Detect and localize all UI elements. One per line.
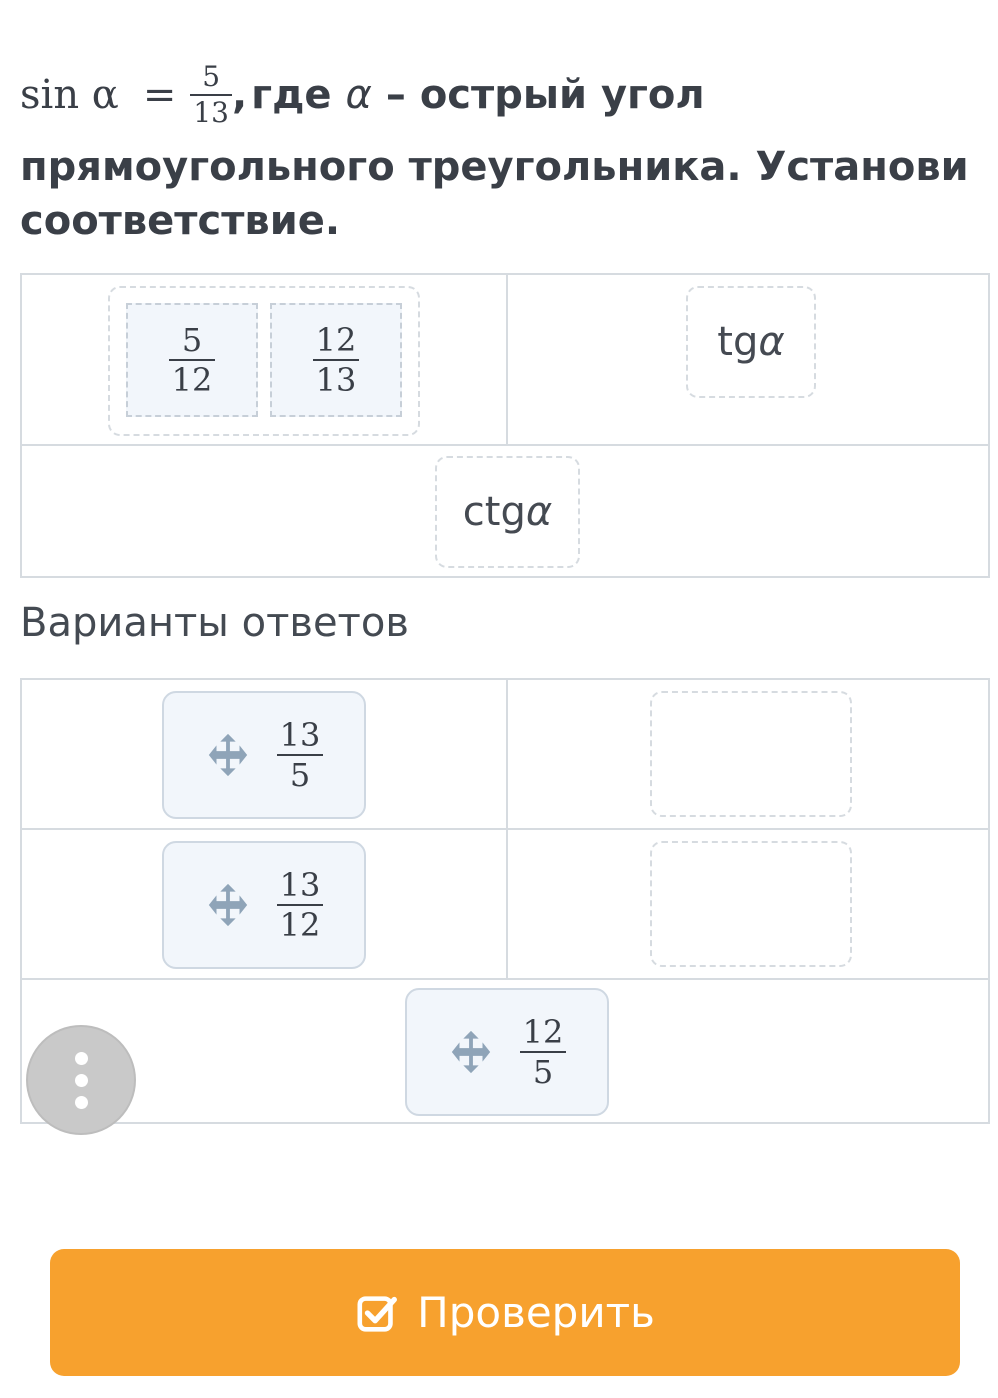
question-text-line1: – острый угол	[385, 72, 705, 118]
move-icon[interactable]	[205, 732, 251, 778]
check-button[interactable]: Проверить	[50, 1249, 960, 1376]
placed-answer[interactable]: 12 13	[270, 303, 402, 417]
match-table: 5 12 12 13 tg α ctg α	[20, 273, 990, 578]
fraction-denominator: 12	[279, 906, 321, 944]
answers-title: Варианты ответов	[20, 600, 409, 646]
empty-slot-cell	[506, 828, 990, 980]
more-vertical-icon	[74, 1051, 88, 1065]
label-tg-alpha: tg α	[686, 286, 816, 398]
answer-chip[interactable]: 13 12	[162, 841, 366, 969]
fraction-denominator: 13	[315, 361, 357, 399]
check-button-label: Проверить	[417, 1288, 655, 1337]
comma: ,	[231, 72, 248, 118]
more-vertical-icon-dot	[74, 1073, 88, 1087]
answer-fraction: 12 13	[312, 321, 360, 399]
empty-slot-cell	[506, 678, 990, 830]
match-cell-tg: tg α	[506, 273, 990, 446]
answer-cell: 12 5	[20, 978, 990, 1124]
fraction-denominator: 13	[193, 96, 229, 129]
fraction-numerator: 13	[279, 716, 321, 754]
answer-fraction: 12 5	[519, 1013, 567, 1091]
match-cell-ctg: ctg α	[20, 444, 990, 578]
tg-label: tg	[717, 319, 759, 365]
equals-sign: =	[142, 72, 177, 118]
fraction-denominator: 12	[171, 361, 213, 399]
empty-slot	[650, 691, 852, 817]
alpha-symbol: α	[758, 319, 785, 365]
answer-chip[interactable]: 12 5	[405, 988, 609, 1116]
answer-fraction: 13 12	[276, 866, 324, 944]
more-vertical-icon-dot	[74, 1095, 88, 1109]
alpha-symbol: α	[345, 72, 372, 118]
move-icon[interactable]	[205, 882, 251, 928]
checkbox-check-icon	[357, 1295, 398, 1332]
sin-alpha: sin α	[20, 72, 119, 118]
fraction-numerator: 12	[315, 321, 357, 359]
move-icon[interactable]	[448, 1029, 494, 1075]
answer-cell: 13 5	[20, 678, 508, 830]
question-fraction: 5 13	[190, 63, 232, 127]
answer-fraction: 13 5	[276, 716, 324, 794]
answer-chip[interactable]: 13 5	[162, 691, 366, 819]
fraction-numerator: 5	[202, 60, 221, 93]
empty-slot	[650, 841, 852, 967]
match-cell-cos: 5 12 12 13	[20, 273, 508, 446]
label-ctg-alpha: ctg α	[435, 456, 580, 568]
ctg-label: ctg	[462, 489, 526, 535]
question-text: sin α = 5 13 , где α – острый угол прямо…	[20, 55, 980, 253]
placed-answer[interactable]: 5 12	[126, 303, 258, 417]
alpha-symbol: α	[525, 489, 553, 535]
fraction-numerator: 5	[181, 321, 203, 359]
answer-cell: 13 12	[20, 828, 508, 980]
fraction-numerator: 13	[279, 866, 321, 904]
fraction-denominator: 5	[532, 1053, 554, 1091]
answer-fraction: 5 12	[168, 321, 216, 399]
fraction-denominator: 5	[289, 756, 311, 794]
where-word: где	[251, 72, 332, 118]
more-options-button[interactable]	[28, 1027, 134, 1133]
fraction-numerator: 12	[522, 1013, 564, 1051]
question-line-1: sin α = 5 13 , где α – острый угол	[20, 55, 980, 135]
answers-table: 13 5 13 12 12 5	[20, 678, 990, 1124]
